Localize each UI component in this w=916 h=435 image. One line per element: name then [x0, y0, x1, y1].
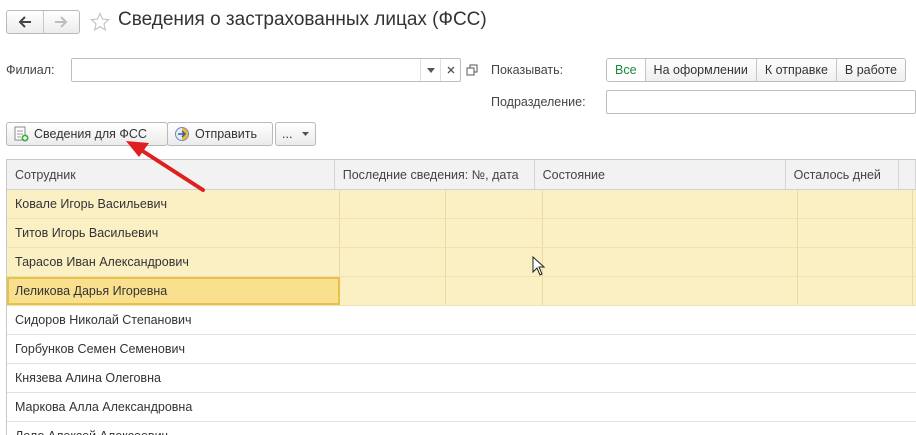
info-date-cell — [446, 277, 543, 305]
column-state[interactable]: Состояние — [535, 160, 786, 189]
days-left-cell — [798, 190, 913, 218]
info-date-cell — [446, 190, 543, 218]
table-row-selected[interactable]: Леликова Дарья Игоревна — [7, 277, 916, 306]
filter-all[interactable]: Все — [607, 59, 645, 81]
table-row[interactable]: Тарасов Иван Александрович — [7, 248, 916, 277]
info-number-cell — [340, 277, 446, 305]
branch-input[interactable] — [72, 59, 420, 81]
fss-info-button[interactable]: Сведения для ФСС — [6, 122, 168, 146]
close-icon — [447, 66, 454, 74]
table-row[interactable]: Маркова Алла Александровна — [7, 393, 916, 422]
state-cell — [543, 219, 798, 247]
employee-cell: Сидоров Николай Степанович — [15, 313, 192, 327]
info-number-cell — [340, 248, 446, 276]
column-employee[interactable]: Сотрудник — [7, 160, 335, 189]
employee-cell: Тарасов Иван Александрович — [7, 248, 340, 276]
show-filter-tabs: Все На оформлении К отправке В работе — [606, 58, 906, 82]
info-date-cell — [446, 219, 543, 247]
column-days-left[interactable]: Осталось дней — [786, 160, 899, 189]
more-actions-button[interactable]: ... — [275, 122, 316, 146]
table-row[interactable]: Лоло Алексей Алексеевич — [7, 422, 916, 435]
back-button[interactable] — [7, 11, 43, 33]
info-date-cell — [446, 248, 543, 276]
filter-in-progress-drafting[interactable]: На оформлении — [644, 59, 756, 81]
table-row[interactable]: Титов Игорь Васильевич — [7, 219, 916, 248]
info-number-cell — [340, 190, 446, 218]
employee-cell: Князева Алина Олеговна — [15, 371, 161, 385]
days-left-cell — [798, 277, 913, 305]
state-cell — [543, 190, 798, 218]
info-number-cell — [340, 219, 446, 247]
branch-label: Филиал: — [6, 63, 55, 77]
employees-table: Сотрудник Последние сведения: №, дата Со… — [6, 159, 916, 435]
dropdown-button[interactable] — [420, 59, 440, 81]
page-title: Сведения о застрахованных лицах (ФСС) — [118, 9, 487, 30]
filter-in-work[interactable]: В работе — [835, 59, 905, 81]
employee-cell: Титов Игорь Васильевич — [7, 219, 340, 247]
mouse-cursor-icon — [532, 256, 546, 276]
table-row[interactable]: Князева Алина Олеговна — [7, 364, 916, 393]
send-label: Отправить — [195, 127, 257, 141]
send-icon — [175, 127, 189, 141]
arrow-right-icon — [55, 16, 68, 28]
arrow-left-icon — [18, 16, 31, 28]
send-button[interactable]: Отправить — [167, 122, 273, 146]
employee-cell: Маркова Алла Александровна — [15, 400, 193, 414]
table-row[interactable]: Сидоров Николай Степанович — [7, 306, 916, 335]
column-extra — [899, 160, 916, 189]
department-field[interactable] — [606, 90, 916, 114]
days-left-cell — [798, 219, 913, 247]
employee-cell: Лоло Алексей Алексеевич — [7, 422, 340, 435]
days-left-cell — [798, 248, 913, 276]
show-label: Показывать: — [491, 63, 564, 77]
employee-cell: Ковале Игорь Васильевич — [7, 190, 340, 218]
open-window-icon — [466, 64, 478, 76]
state-cell — [543, 277, 798, 305]
open-button[interactable] — [462, 59, 482, 81]
department-label: Подразделение: — [491, 95, 586, 109]
table-row[interactable]: Ковале Игорь Васильевич — [7, 190, 916, 219]
favorite-star-icon[interactable] — [89, 12, 111, 35]
nav-buttons — [6, 10, 80, 34]
column-last-info[interactable]: Последние сведения: №, дата — [335, 160, 535, 189]
forward-button[interactable] — [42, 11, 80, 33]
table-header: Сотрудник Последние сведения: №, дата Со… — [7, 160, 916, 190]
employee-cell: Горбунков Семен Семенович — [15, 342, 185, 356]
more-label: ... — [282, 127, 293, 141]
chevron-down-icon — [302, 132, 309, 136]
filter-to-send[interactable]: К отправке — [755, 59, 836, 81]
fss-info-label: Сведения для ФСС — [34, 127, 147, 141]
chevron-down-icon — [426, 67, 435, 73]
branch-field[interactable] — [71, 58, 461, 82]
clear-button[interactable] — [440, 59, 460, 81]
state-cell — [543, 248, 798, 276]
table-row[interactable]: Горбунков Семен Семенович — [7, 335, 916, 364]
employee-cell: Леликова Дарья Игоревна — [7, 277, 340, 305]
add-document-icon — [14, 126, 29, 142]
